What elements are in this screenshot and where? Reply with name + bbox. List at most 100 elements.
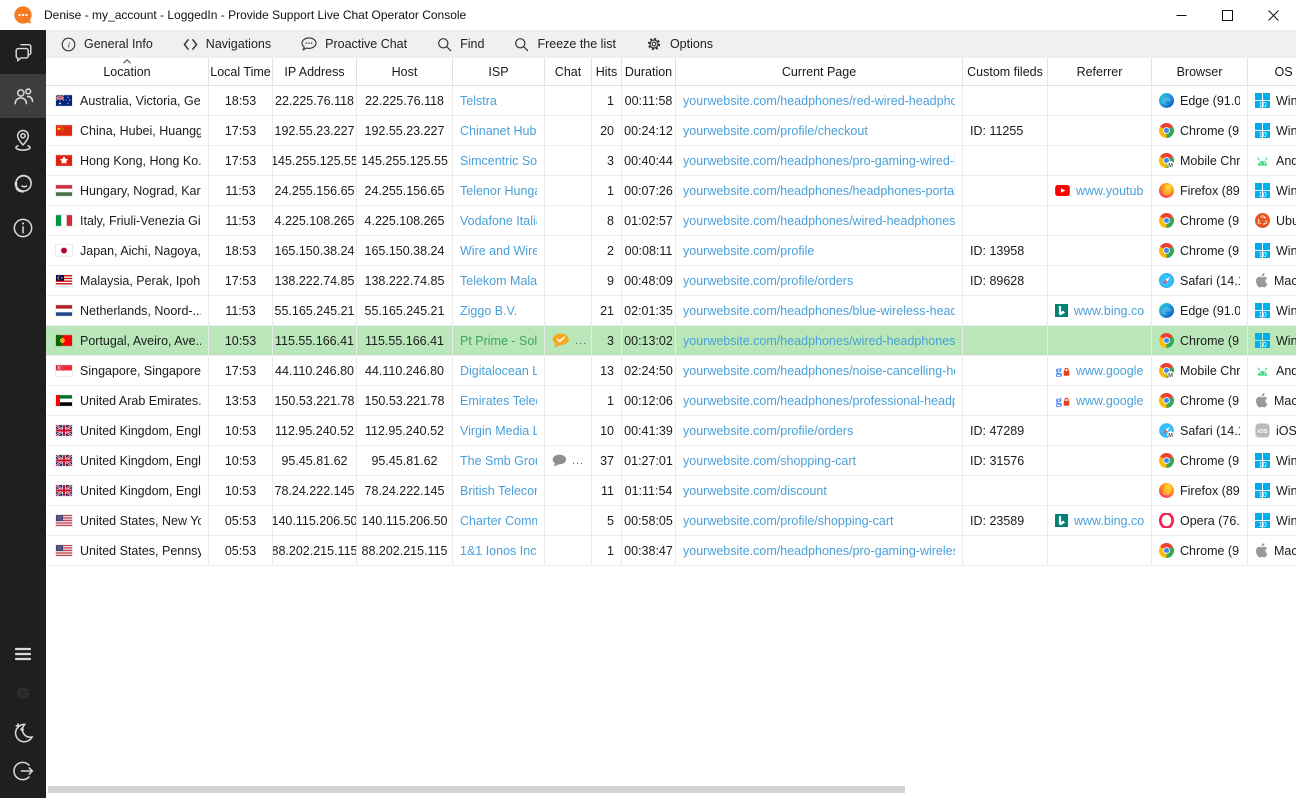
chat-more-indicator[interactable]: ...	[572, 455, 584, 467]
current-page-link[interactable]: yourwebsite.com/headphones/pro-gaming-wi…	[683, 544, 955, 558]
ubuntu-icon	[1255, 213, 1270, 228]
current-page-link[interactable]: yourwebsite.com/headphones/red-wired-hea…	[683, 94, 955, 108]
isp-link[interactable]: Simcentric Solu...	[460, 154, 537, 168]
isp-link[interactable]: The Smb Group	[460, 454, 537, 468]
current-page-link[interactable]: yourwebsite.com/headphones/pro-gaming-wi…	[683, 154, 955, 168]
toolbar-general-info-button[interactable]: iGeneral Info	[61, 37, 153, 52]
horizontal-scrollbar[interactable]	[46, 786, 1296, 794]
toolbar-freeze-list-button[interactable]: Freeze the list	[514, 37, 616, 52]
visitor-row[interactable]: Hungary, Nograd, Kar...11:5324.255.156.6…	[46, 176, 1296, 206]
column-header-ip_address[interactable]: IP Address	[273, 58, 357, 85]
sidebar-item-system-info[interactable]	[0, 206, 46, 250]
isp-link[interactable]: Ziggo B.V.	[460, 304, 517, 318]
visitor-row[interactable]: Singapore, Singapore...17:5344.110.246.8…	[46, 356, 1296, 386]
isp-link[interactable]: British Telecom...	[460, 484, 537, 498]
current-page-link[interactable]: yourwebsite.com/profile/orders	[683, 274, 853, 288]
current-page-cell: yourwebsite.com/profile/shopping-cart	[676, 506, 963, 535]
current-page-link[interactable]: yourwebsite.com/headphones/professional-…	[683, 394, 955, 408]
referrer-link[interactable]: www.bing.co...	[1074, 514, 1144, 528]
current-page-link[interactable]: yourwebsite.com/headphones/blue-wireless…	[683, 304, 955, 318]
sidebar-item-chats[interactable]	[0, 30, 46, 74]
column-header-referrer[interactable]: Referrer	[1048, 58, 1152, 85]
isp-link[interactable]: Charter Commu...	[460, 514, 537, 528]
toolbar-navigations-button[interactable]: Navigations	[183, 37, 271, 51]
os-cell: iOSiOS	[1248, 416, 1296, 445]
location-text: United Kingdom, Engl...	[80, 424, 201, 438]
isp-link[interactable]: Telenor Hungar...	[460, 184, 537, 198]
column-header-duration[interactable]: Duration	[622, 58, 676, 85]
sidebar-item-operators[interactable]	[0, 162, 46, 206]
window-close-button[interactable]	[1250, 0, 1296, 30]
referrer-cell: gwww.google...	[1048, 386, 1152, 415]
sidebar-item-settings[interactable]	[0, 673, 46, 712]
current-page-link[interactable]: yourwebsite.com/headphones/noise-cancell…	[683, 364, 955, 378]
toolbar-options-button[interactable]: Options	[646, 36, 713, 52]
column-header-local_time[interactable]: Local Time	[209, 58, 273, 85]
window-minimize-button[interactable]	[1158, 0, 1204, 30]
isp-link[interactable]: Emirates Teleco...	[460, 394, 537, 408]
current-page-link[interactable]: yourwebsite.com/profile/checkout	[683, 124, 868, 138]
current-page-link[interactable]: yourwebsite.com/headphones/wired-headpho…	[683, 214, 955, 228]
isp-link[interactable]: Pt Prime - Solu...	[460, 334, 537, 348]
visitor-row[interactable]: United Kingdom, Engl...10:5378.24.222.14…	[46, 476, 1296, 506]
current-page-link[interactable]: yourwebsite.com/headphones/headphones-po…	[683, 184, 955, 198]
toolbar-find-button[interactable]: Find	[437, 37, 484, 52]
isp-link[interactable]: 1&1 Ionos Inc.	[460, 544, 537, 558]
local-time-cell: 17:53	[209, 356, 273, 385]
custom-fields-cell	[963, 206, 1048, 235]
isp-link[interactable]: Digitalocean Llc	[460, 364, 537, 378]
sidebar-item-visitors[interactable]	[0, 74, 46, 118]
sidebar-item-logout[interactable]	[0, 751, 46, 790]
visitor-row[interactable]: United States, New Yo...05:53140.115.206…	[46, 506, 1296, 536]
horizontal-scrollbar-thumb[interactable]	[48, 786, 905, 793]
toolbar-proactive-chat-button[interactable]: Proactive Chat	[301, 37, 407, 51]
visitor-row[interactable]: Hong Kong, Hong Ko...17:53145.255.125.55…	[46, 146, 1296, 176]
column-header-isp[interactable]: ISP	[453, 58, 545, 85]
isp-link[interactable]: Wire and Wirel...	[460, 244, 537, 258]
isp-link[interactable]: Telstra	[460, 94, 497, 108]
current-page-link[interactable]: yourwebsite.com/profile	[683, 244, 814, 258]
sidebar-item-geo-map[interactable]	[0, 118, 46, 162]
sidebar-item-menu[interactable]	[0, 634, 46, 673]
visitor-row[interactable]: Japan, Aichi, Nagoya, ...18:53165.150.38…	[46, 236, 1296, 266]
column-header-location[interactable]: Location	[46, 58, 209, 85]
os-label: Win	[1276, 244, 1296, 258]
isp-link[interactable]: Chinanet Hube...	[460, 124, 537, 138]
referrer-link[interactable]: www.bing.co...	[1074, 304, 1144, 318]
visitor-row[interactable]: Australia, Victoria, Ge...18:5322.225.76…	[46, 86, 1296, 116]
visitor-row[interactable]: Portugal, Aveiro, Ave...10:53115.55.166.…	[46, 326, 1296, 356]
current-page-link[interactable]: yourwebsite.com/profile/shopping-cart	[683, 514, 894, 528]
column-header-hits[interactable]: Hits	[592, 58, 622, 85]
chat-cell	[545, 116, 592, 145]
visitor-row[interactable]: United Kingdom, Engl...10:53112.95.240.5…	[46, 416, 1296, 446]
current-page-link[interactable]: yourwebsite.com/shopping-cart	[683, 454, 856, 468]
duration-cell: 00:11:58	[622, 86, 676, 115]
current-page-link[interactable]: yourwebsite.com/headphones/wired-headpho…	[683, 334, 955, 348]
current-page-link[interactable]: yourwebsite.com/discount	[683, 484, 827, 498]
visitor-row[interactable]: Malaysia, Perak, Ipoh, ...17:53138.222.7…	[46, 266, 1296, 296]
sidebar-item-away-mode[interactable]	[0, 712, 46, 751]
isp-link[interactable]: Virgin Media Li...	[460, 424, 537, 438]
visitor-row[interactable]: Netherlands, Noord-...11:5355.165.245.21…	[46, 296, 1296, 326]
visitor-row[interactable]: United States, Pennsy...05:5388.202.215.…	[46, 536, 1296, 566]
visitor-row[interactable]: China, Hubei, Huangg...17:53192.55.23.22…	[46, 116, 1296, 146]
column-header-custom_fields[interactable]: Custom fileds	[963, 58, 1048, 85]
referrer-link[interactable]: www.youtub...	[1076, 184, 1144, 198]
column-header-chat[interactable]: Chat	[545, 58, 592, 85]
isp-link[interactable]: Vodafone Italia ...	[460, 214, 537, 228]
isp-link[interactable]: Telekom Malay...	[460, 274, 537, 288]
current-page-link[interactable]: yourwebsite.com/profile/orders	[683, 424, 853, 438]
chat-more-indicator[interactable]: ...	[575, 335, 587, 347]
window-maximize-button[interactable]	[1204, 0, 1250, 30]
toolbar-proactive-chat-label: Proactive Chat	[325, 37, 407, 51]
column-header-browser[interactable]: Browser	[1152, 58, 1248, 85]
visitor-row[interactable]: United Kingdom, Engl...10:5395.45.81.629…	[46, 446, 1296, 476]
column-header-current_page[interactable]: Current Page	[676, 58, 963, 85]
referrer-link[interactable]: www.google...	[1076, 364, 1144, 378]
column-header-host[interactable]: Host	[357, 58, 453, 85]
isp-cell: Vodafone Italia ...	[453, 206, 545, 235]
visitor-row[interactable]: United Arab Emirates...13:53150.53.221.7…	[46, 386, 1296, 416]
referrer-link[interactable]: www.google...	[1076, 394, 1144, 408]
visitor-row[interactable]: Italy, Friuli-Venezia Gi...11:534.225.10…	[46, 206, 1296, 236]
column-header-os[interactable]: OS	[1248, 58, 1296, 85]
